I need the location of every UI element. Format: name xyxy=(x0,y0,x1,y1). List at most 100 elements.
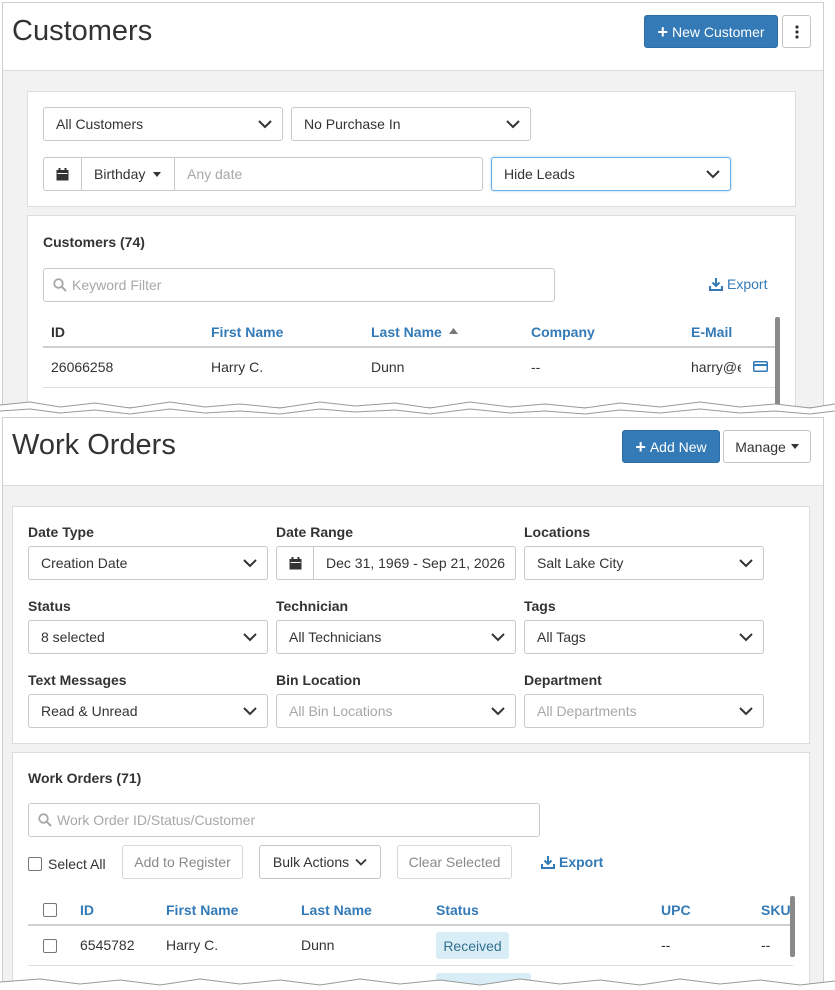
upc-cell: -- xyxy=(661,937,671,953)
chevron-down-icon xyxy=(739,633,753,642)
column-header-first-name[interactable]: First Name xyxy=(166,902,238,918)
table-scrollbar[interactable] xyxy=(775,317,780,407)
chevron-down-icon xyxy=(243,633,257,642)
status-badge: Received xyxy=(436,932,509,959)
chevron-down-icon xyxy=(706,170,720,179)
work-orders-count-title: Work Orders (71) xyxy=(28,770,142,786)
last-name-cell: Dunn xyxy=(371,359,405,375)
status-select[interactable]: 8 selected xyxy=(28,620,268,654)
column-header-company[interactable]: Company xyxy=(531,324,595,340)
date-type-select[interactable]: Creation Date xyxy=(28,546,268,580)
purchase-value: No Purchase In xyxy=(304,116,401,132)
torn-edge-divider xyxy=(0,401,835,415)
export-link[interactable]: Export xyxy=(709,276,767,292)
page-title: Customers xyxy=(12,15,153,47)
first-name-cell: Harry C. xyxy=(166,937,219,953)
bin-location-select[interactable]: All Bin Locations xyxy=(276,694,516,728)
add-to-register-label: Add to Register xyxy=(134,854,231,870)
export-label: Export xyxy=(559,854,604,870)
export-link[interactable]: Export xyxy=(541,854,603,870)
column-header-status[interactable]: Status xyxy=(436,902,479,918)
clear-selected-button[interactable]: Clear Selected xyxy=(397,845,512,879)
technician-select[interactable]: All Technicians xyxy=(276,620,516,654)
date-type-value: Creation Date xyxy=(41,555,128,571)
date-field-value: Birthday xyxy=(94,166,146,182)
last-name-cell: Dunn xyxy=(301,937,335,953)
department-value: All Departments xyxy=(537,703,637,719)
page-title: Work Orders xyxy=(12,429,176,461)
department-select[interactable]: All Departments xyxy=(524,694,764,728)
date-filter-group: Birthday Any date xyxy=(43,157,483,191)
customer-id-link[interactable]: 26066258 xyxy=(51,359,113,375)
technician-value: All Technicians xyxy=(289,629,382,645)
chevron-down-icon xyxy=(355,858,367,866)
caret-down-icon xyxy=(153,171,162,177)
work-order-filters-card: Date Type Creation Date Date Range Dec 3… xyxy=(12,506,810,744)
more-options-button[interactable] xyxy=(782,15,811,48)
customers-list-card: Customers (74) Keyword Filter Export ID … xyxy=(27,215,796,407)
date-range-input[interactable]: Dec 31, 1969 - Sep 21, 2026 xyxy=(314,547,515,579)
customer-type-select[interactable]: All Customers xyxy=(43,107,283,141)
work-order-id-link[interactable]: 6545782 xyxy=(80,937,135,953)
work-orders-list-card: Work Orders (71) Work Order ID/Status/Cu… xyxy=(12,752,810,986)
date-type-label: Date Type xyxy=(28,524,94,540)
calendar-button[interactable] xyxy=(44,158,82,190)
column-header-last-name[interactable]: Last Name xyxy=(301,902,372,918)
credit-card-icon[interactable] xyxy=(753,361,768,372)
bin-location-label: Bin Location xyxy=(276,672,361,688)
column-header-upc[interactable]: UPC xyxy=(661,902,691,918)
row-divider xyxy=(43,387,778,388)
column-header-id[interactable]: ID xyxy=(51,324,65,340)
column-header-email[interactable]: E-Mail xyxy=(691,324,732,340)
manage-button[interactable]: Manage xyxy=(723,430,811,463)
clear-selected-label: Clear Selected xyxy=(408,854,501,870)
column-header-first-name[interactable]: First Name xyxy=(211,324,283,340)
text-messages-value: Read & Unread xyxy=(41,703,138,719)
locations-select[interactable]: Salt Lake City xyxy=(524,546,764,580)
tags-select[interactable]: All Tags xyxy=(524,620,764,654)
add-new-button[interactable]: + Add New xyxy=(622,430,720,463)
chevron-down-icon xyxy=(258,120,272,129)
table-scrollbar[interactable] xyxy=(790,896,795,957)
header-checkbox[interactable] xyxy=(43,903,57,917)
header-divider xyxy=(28,924,793,926)
work-order-search-input[interactable]: Work Order ID/Status/Customer xyxy=(28,803,540,837)
chevron-down-icon xyxy=(243,707,257,716)
date-input[interactable]: Any date xyxy=(175,158,482,190)
manage-label: Manage xyxy=(735,438,786,455)
add-to-register-button[interactable]: Add to Register xyxy=(122,845,243,879)
status-label: Status xyxy=(28,598,71,614)
column-header-sku[interactable]: SKU xyxy=(761,902,791,918)
keyword-filter-input[interactable]: Keyword Filter xyxy=(43,268,555,302)
chevron-down-icon xyxy=(739,559,753,568)
add-new-label: Add New xyxy=(649,438,707,455)
plus-icon: + xyxy=(657,21,668,42)
date-placeholder: Any date xyxy=(187,166,243,182)
row-checkbox[interactable] xyxy=(43,939,57,953)
date-range-label: Date Range xyxy=(276,524,354,540)
text-messages-select[interactable]: Read & Unread xyxy=(28,694,268,728)
bulk-actions-button[interactable]: Bulk Actions xyxy=(259,845,381,879)
date-field-dropdown[interactable]: Birthday xyxy=(82,158,175,190)
chevron-down-icon xyxy=(243,559,257,568)
chevron-down-icon xyxy=(739,707,753,716)
calendar-icon xyxy=(56,167,69,180)
email-cell: harry@e xyxy=(691,359,741,375)
calendar-button[interactable] xyxy=(277,547,314,579)
locations-value: Salt Lake City xyxy=(537,555,624,571)
leads-select[interactable]: Hide Leads xyxy=(491,157,731,191)
download-icon xyxy=(709,277,723,291)
select-all-control[interactable]: Select All xyxy=(28,856,106,872)
select-all-checkbox[interactable] xyxy=(28,857,42,871)
header-divider xyxy=(43,346,778,348)
keyword-filter-placeholder: Keyword Filter xyxy=(72,277,162,293)
column-header-id[interactable]: ID xyxy=(80,902,94,918)
purchase-select[interactable]: No Purchase In xyxy=(291,107,531,141)
new-customer-button[interactable]: + New Customer xyxy=(644,15,778,48)
department-label: Department xyxy=(524,672,602,688)
customers-panel: Customers + New Customer All Customers N… xyxy=(2,2,824,408)
column-header-last-name[interactable]: Last Name xyxy=(371,324,458,340)
caret-down-icon xyxy=(790,444,799,449)
text-messages-label: Text Messages xyxy=(28,672,127,688)
download-icon xyxy=(541,855,555,869)
